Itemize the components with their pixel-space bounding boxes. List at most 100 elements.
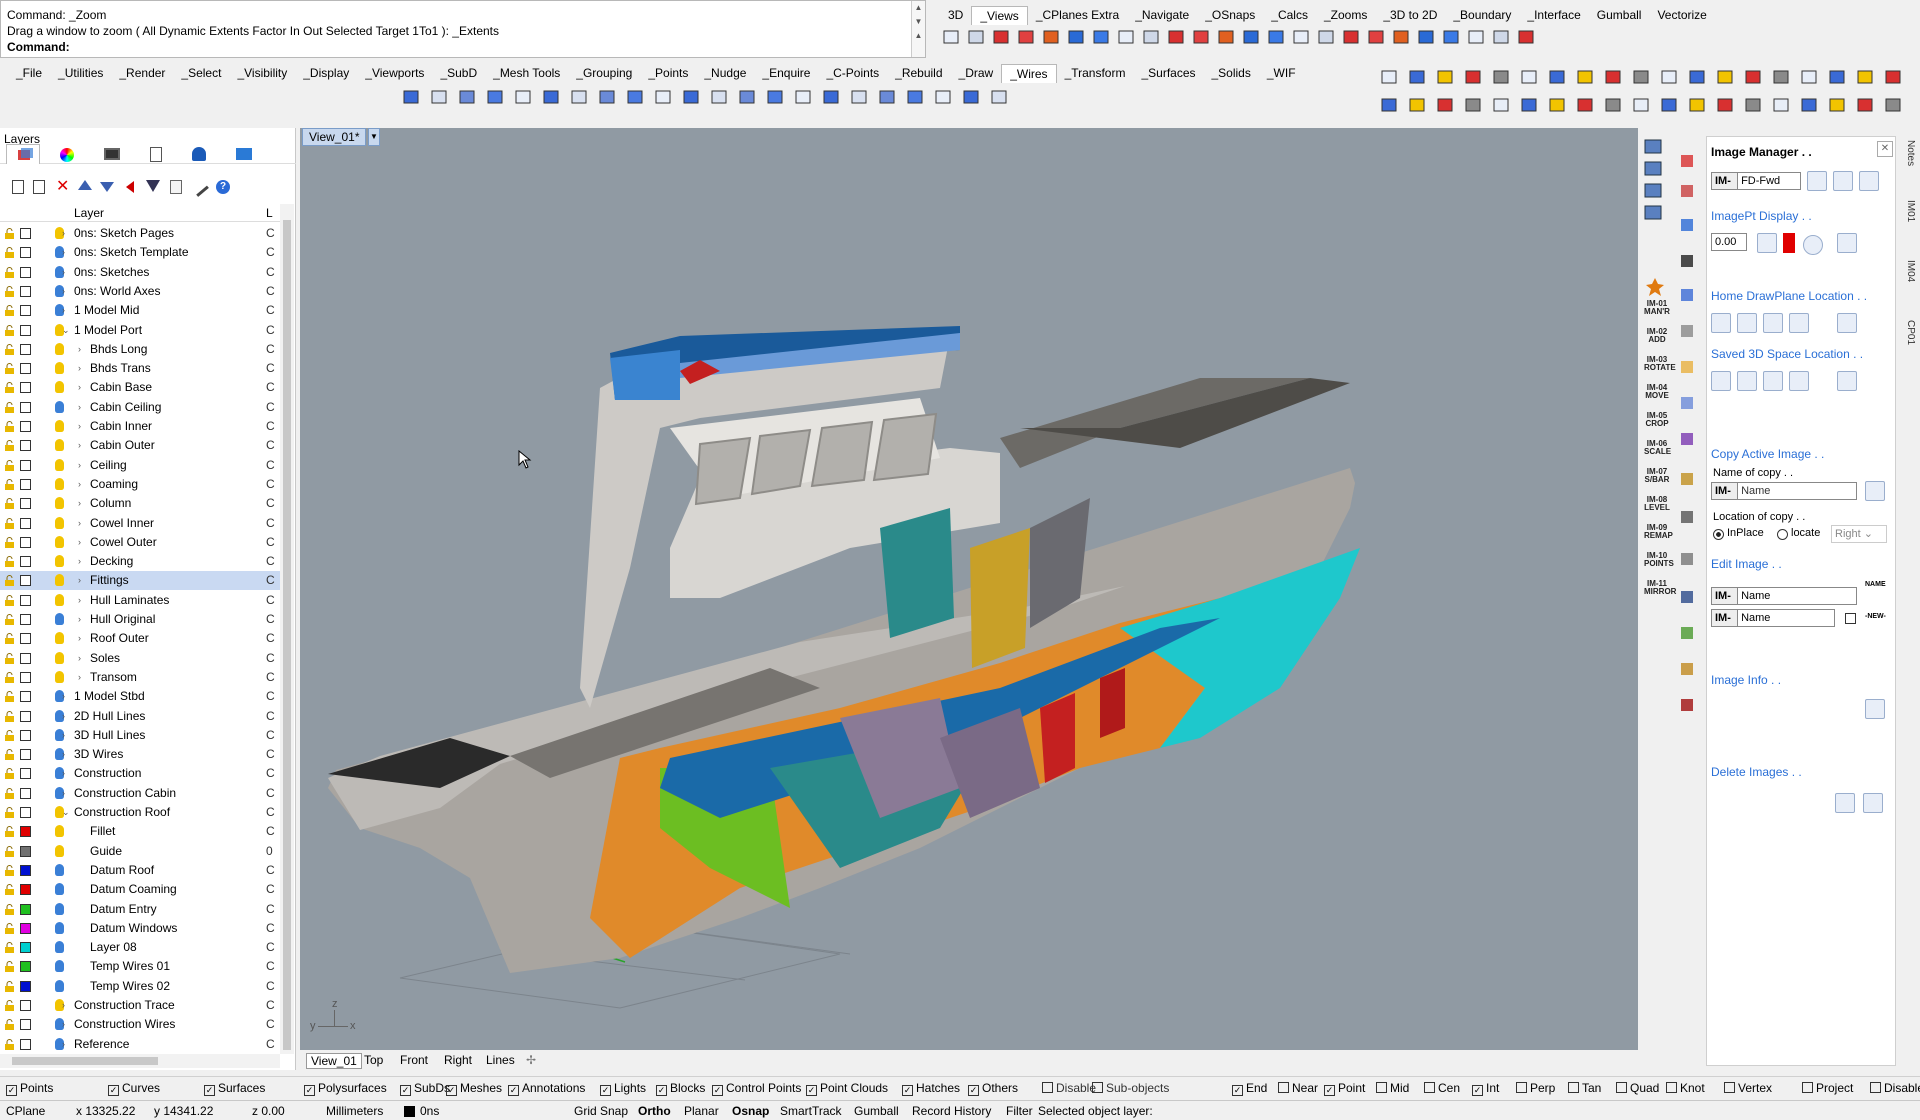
layer-row[interactable]: › Construction Trace C — [0, 996, 280, 1015]
lightbulb-icon[interactable] — [55, 979, 64, 992]
toolbar-button-icon[interactable] — [988, 86, 1010, 108]
toolbar-tab-main-0[interactable]: _File — [8, 64, 50, 83]
toolbar-tab-main-20[interactable]: _WIF — [1259, 64, 1304, 83]
close-icon[interactable]: ✕ — [1877, 141, 1893, 157]
osnap-checkbox[interactable] — [1278, 1082, 1289, 1093]
layer-color-swatch[interactable] — [20, 884, 31, 896]
layer-color-swatch[interactable] — [20, 498, 31, 510]
layer-row[interactable]: › Cabin Outer C — [0, 436, 280, 455]
new-button[interactable]: -NEW- — [1865, 613, 1886, 620]
lock-icon[interactable] — [4, 807, 15, 818]
filter-icon[interactable] — [146, 180, 160, 192]
lock-icon[interactable] — [4, 556, 15, 568]
toolbar-button-icon[interactable] — [1630, 94, 1652, 116]
side-tool-icon[interactable] — [1676, 622, 1698, 644]
filter-checkbox[interactable]: ✓ — [656, 1085, 667, 1096]
expand-chevron-icon[interactable]: › — [62, 282, 65, 301]
layer-material[interactable]: C — [266, 745, 275, 764]
lock-icon[interactable] — [4, 864, 15, 876]
layer-color-swatch[interactable] — [20, 671, 31, 683]
layer-color-swatch[interactable] — [20, 980, 31, 992]
layer-material[interactable]: C — [266, 668, 275, 687]
osnap-int[interactable]: ✓ Int — [1472, 1081, 1499, 1096]
layer-row[interactable]: › Decking C — [0, 552, 280, 571]
side-tool-icon[interactable] — [1676, 548, 1698, 570]
toolbar-button-icon[interactable] — [652, 86, 674, 108]
toolbar-button-icon[interactable] — [624, 86, 646, 108]
layer-material[interactable]: C — [266, 861, 275, 880]
layer-row[interactable]: ⌄ 1 Model Port C — [0, 321, 280, 340]
add-viewport-icon[interactable]: ✢ — [526, 1053, 536, 1067]
toolbar-tab-main-19[interactable]: _Solids — [1204, 64, 1259, 83]
layer-row[interactable]: › Cabin Ceiling C — [0, 398, 280, 417]
lightbulb-icon[interactable] — [55, 670, 64, 683]
expand-chevron-icon[interactable]: › — [78, 417, 81, 436]
side-tool-icon[interactable] — [1676, 214, 1698, 236]
toolbar-tab-top-10[interactable]: Gumball — [1589, 6, 1650, 25]
lightbulb-icon[interactable] — [55, 632, 64, 645]
osnap-checkbox[interactable] — [1802, 1082, 1813, 1093]
layer-color-swatch[interactable] — [20, 864, 31, 876]
filter-checkbox[interactable]: ✓ — [902, 1085, 913, 1096]
lightbulb-icon[interactable] — [55, 960, 64, 973]
expand-chevron-icon[interactable]: › — [78, 649, 81, 668]
lightbulb-icon[interactable] — [55, 342, 64, 355]
im-tool-3[interactable]: IM-03 ROTATE — [1644, 356, 1676, 372]
filter-checkbox[interactable]: ✓ — [400, 1085, 411, 1096]
expand-chevron-icon[interactable]: › — [78, 436, 81, 455]
expand-chevron-icon[interactable]: › — [78, 610, 81, 629]
viewport[interactable]: View_01* ▼ z y x — [300, 128, 1638, 1050]
status-units[interactable]: Millimeters — [326, 1104, 383, 1118]
osnap-cen[interactable]: Cen — [1424, 1081, 1460, 1095]
side-tool-icon[interactable] — [1676, 150, 1698, 172]
view-tool-icon[interactable] — [1642, 180, 1664, 202]
expand-chevron-icon[interactable]: › — [78, 668, 81, 687]
toolbar-button-icon[interactable] — [1490, 26, 1512, 48]
toolbar-button-icon[interactable] — [1602, 94, 1624, 116]
lock-icon[interactable] — [4, 633, 15, 645]
toolbar-button-icon[interactable] — [1714, 94, 1736, 116]
toolbar-tab-top-0[interactable]: 3D — [940, 6, 971, 25]
osnap-checkbox[interactable] — [1870, 1082, 1881, 1093]
toolbar-tab-top-5[interactable]: _Calcs — [1263, 6, 1316, 25]
layer-color-swatch[interactable] — [20, 633, 31, 645]
image-text-button[interactable] — [1859, 171, 1879, 191]
layer-material[interactable]: C — [266, 938, 275, 957]
layer-material[interactable]: C — [266, 475, 275, 494]
expand-chevron-icon[interactable]: › — [62, 1015, 65, 1034]
layer-color-swatch[interactable] — [20, 614, 31, 625]
layer-color-swatch[interactable] — [20, 845, 31, 857]
filter-others[interactable]: ✓ Others — [968, 1081, 1018, 1096]
layer-row[interactable]: › Column C — [0, 494, 280, 513]
expand-chevron-icon[interactable]: › — [78, 398, 81, 417]
lightbulb-icon[interactable] — [55, 516, 64, 529]
layer-row[interactable]: › Fittings C — [0, 571, 280, 591]
layer-row[interactable]: ⌄ Construction Roof C — [0, 803, 280, 822]
expand-chevron-icon[interactable]: › — [78, 340, 81, 359]
expand-chevron-icon[interactable]: › — [78, 378, 81, 397]
layer-material[interactable]: C — [266, 996, 275, 1015]
copy-image-button[interactable] — [1865, 481, 1885, 501]
toolbar-button-icon[interactable] — [512, 86, 534, 108]
edit-checkbox[interactable] — [1845, 613, 1856, 624]
layer-color-swatch[interactable] — [20, 285, 31, 297]
layer-row[interactable]: › 0ns: Sketch Template C — [0, 243, 280, 262]
layer-row[interactable]: › 1 Model Mid C — [0, 301, 280, 320]
lock-icon[interactable] — [4, 845, 15, 857]
lightbulb-icon[interactable] — [55, 420, 64, 432]
layer-column-header[interactable]: Layer — [74, 206, 104, 220]
toolbar-button-icon[interactable] — [736, 86, 758, 108]
toolbar-tab-main-14[interactable]: _Rebuild — [887, 64, 950, 83]
toolbar-button-icon[interactable] — [1406, 94, 1428, 116]
toolbar-button-icon[interactable] — [876, 86, 898, 108]
help-icon[interactable]: ? — [216, 180, 230, 194]
layer-material[interactable]: C — [266, 571, 275, 590]
im-tool-10[interactable]: IM-10 POINTS — [1644, 552, 1674, 568]
toolbar-button-icon[interactable] — [1365, 26, 1387, 48]
side-tool-icon[interactable] — [1676, 392, 1698, 414]
expand-chevron-icon[interactable]: › — [78, 456, 81, 475]
layer-row[interactable]: › Hull Original C — [0, 610, 280, 629]
toolbar-button-icon[interactable] — [1546, 94, 1568, 116]
expand-chevron-icon[interactable]: › — [62, 996, 65, 1015]
home-drawplane-heading[interactable]: Home DrawPlane Location . . — [1711, 289, 1867, 303]
